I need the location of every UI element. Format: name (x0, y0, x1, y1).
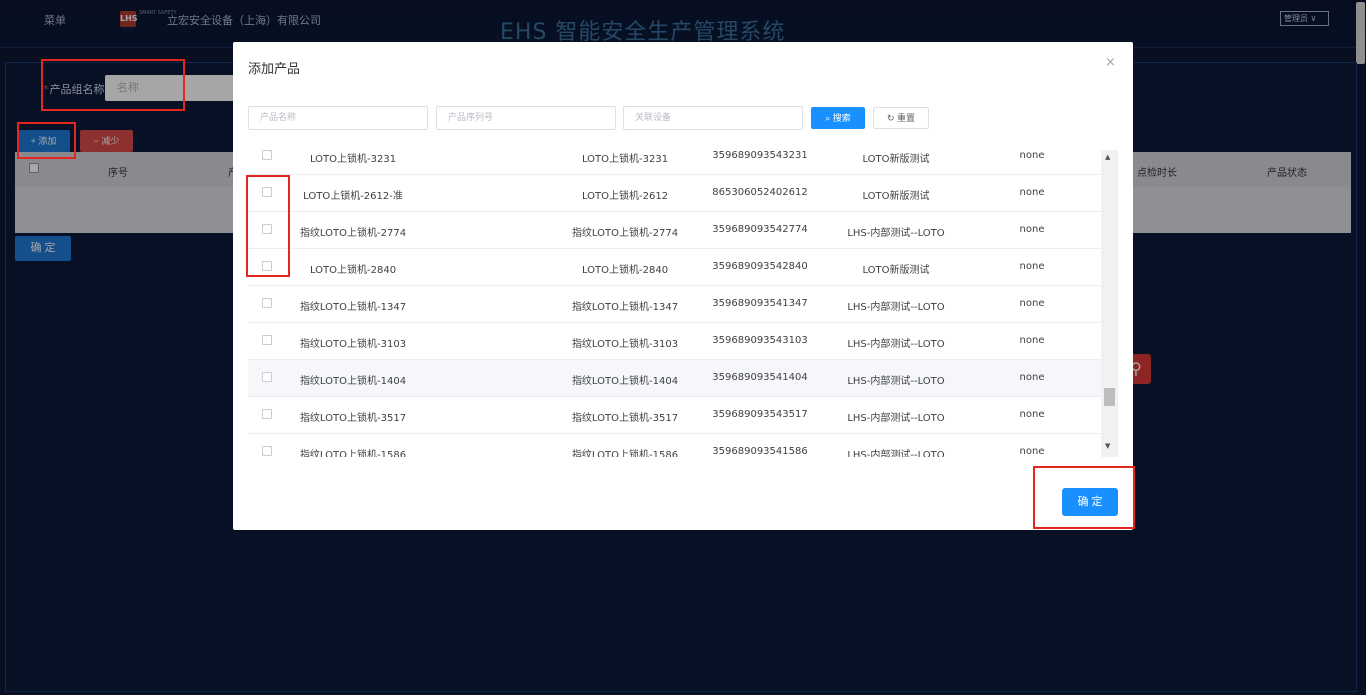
search-button[interactable]: ⌕ 搜索 (811, 107, 865, 129)
cell-serial-number: 359689093542840 (712, 261, 808, 272)
cell-serial-number: 359689093541347 (712, 298, 808, 309)
dialog-confirm-button[interactable]: 确 定 (1062, 488, 1118, 516)
cell-linked-device: LOTO新版测试 (862, 154, 930, 165)
cell-product-model: 指纹LOTO上锁机-3517 (571, 413, 679, 424)
table-row[interactable]: LOTO上锁机-2840 LOTO上锁机-2840 359689093542840 L… (248, 249, 1101, 286)
linked-device-input[interactable] (623, 106, 803, 130)
cell-serial-number: 359689093541404 (712, 372, 808, 383)
product-serial-input[interactable] (436, 106, 616, 130)
cell-product-model: 指纹LOTO上锁机-3103 (571, 339, 679, 350)
cell-product-name: LOTO上锁机-3231 (309, 154, 397, 165)
cell-status: none (1019, 372, 1045, 383)
product-table-rows: LOTO上锁机-3231 LOTO上锁机-3231 359689093543231 L… (248, 150, 1101, 457)
table-row[interactable]: 指纹LOTO上锁机-2774 指纹LOTO上锁机-2774 359689093542… (248, 212, 1101, 249)
cell-linked-device: LHS-内部测试--LOTO (847, 302, 945, 313)
table-row[interactable]: 指纹LOTO上锁机-3103 指纹LOTO上锁机-3103 359689093543… (248, 323, 1101, 360)
cell-linked-device: LOTO新版测试 (862, 265, 930, 276)
cell-product-name: 指纹LOTO上锁机-3517 (299, 413, 407, 424)
product-name-input[interactable] (248, 106, 428, 130)
table-row[interactable]: 指纹LOTO上锁机-1586 指纹LOTO上锁机-1586 359689093541… (248, 434, 1101, 457)
cell-status: none (1019, 224, 1045, 235)
scroll-up-icon[interactable]: ▲ (1105, 153, 1110, 161)
cell-serial-number: 359689093541586 (712, 446, 808, 457)
row-checkbox[interactable] (262, 446, 272, 456)
row-checkbox[interactable] (262, 150, 272, 160)
cell-linked-device: LHS-内部测试--LOTO (847, 413, 945, 424)
dialog-title: 添加产品 (248, 62, 301, 77)
table-row[interactable]: 指纹LOTO上锁机-1404 指纹LOTO上锁机-1404 359689093541… (248, 360, 1101, 397)
close-icon[interactable]: × (1105, 55, 1116, 70)
scroll-down-icon[interactable]: ▼ (1105, 442, 1110, 450)
cell-product-model: LOTO上锁机-3231 (581, 154, 669, 165)
cell-product-model: 指纹LOTO上锁机-1347 (571, 302, 679, 313)
cell-status: none (1019, 446, 1045, 457)
cell-status: none (1019, 150, 1045, 161)
table-row[interactable]: 指纹LOTO上锁机-3517 指纹LOTO上锁机-3517 359689093543… (248, 397, 1101, 434)
cell-product-name: 指纹LOTO上锁机-1586 (299, 450, 407, 457)
cell-status: none (1019, 335, 1045, 346)
cell-serial-number: 359689093543103 (712, 335, 808, 346)
cell-product-model: 指纹LOTO上锁机-1586 (571, 450, 679, 457)
row-checkbox[interactable] (262, 372, 272, 382)
cell-status: none (1019, 261, 1045, 272)
table-row[interactable]: LOTO上锁机-2612-准 LOTO上锁机-2612 86530605240261… (248, 175, 1101, 212)
row-checkbox[interactable] (262, 187, 272, 197)
product-table: LOTO上锁机-3231 LOTO上锁机-3231 359689093543231 L… (248, 150, 1118, 457)
cell-product-name: LOTO上锁机-2840 (309, 265, 397, 276)
table-scrollbar[interactable]: ▲ ▼ (1101, 150, 1118, 457)
add-product-dialog: 添加产品 × ⌕ 搜索 ↻ 重置 LOTO上锁机-3231LOTO上锁机-323… (233, 42, 1133, 530)
cell-linked-device: LHS-内部测试--LOTO (847, 450, 945, 457)
row-checkbox[interactable] (262, 335, 272, 345)
reset-button[interactable]: ↻ 重置 (873, 107, 929, 129)
cell-linked-device: LHS-内部测试--LOTO (847, 376, 945, 387)
cell-product-name: 指纹LOTO上锁机-2774 (299, 228, 407, 239)
table-row[interactable]: LOTO上锁机-3231 LOTO上锁机-3231 359689093543231 L… (248, 150, 1101, 175)
cell-linked-device: LHS-内部测试--LOTO (847, 339, 945, 350)
row-checkbox[interactable] (262, 298, 272, 308)
cell-product-model: 指纹LOTO上锁机-2774 (571, 228, 679, 239)
cell-product-model: 指纹LOTO上锁机-1404 (571, 376, 679, 387)
cell-product-model: LOTO上锁机-2840 (581, 265, 669, 276)
scroll-thumb[interactable] (1104, 388, 1115, 406)
cell-linked-device: LOTO新版测试 (862, 191, 930, 202)
cell-product-name: 指纹LOTO上锁机-3103 (299, 339, 407, 350)
cell-serial-number: 359689093542774 (712, 224, 808, 235)
cell-status: none (1019, 298, 1045, 309)
cell-serial-number: 359689093543517 (712, 409, 808, 420)
cell-linked-device: LHS-内部测试--LOTO (847, 228, 945, 239)
row-checkbox[interactable] (262, 261, 272, 271)
cell-product-model: LOTO上锁机-2612 (581, 191, 669, 202)
cell-serial-number: 359689093543231 (712, 150, 808, 161)
row-checkbox[interactable] (262, 224, 272, 234)
cell-status: none (1019, 409, 1045, 420)
cell-serial-number: 865306052402612 (712, 187, 808, 198)
cell-product-name: 指纹LOTO上锁机-1404 (299, 376, 407, 387)
cell-product-name: 指纹LOTO上锁机-1347 (299, 302, 407, 313)
cell-status: none (1019, 187, 1045, 198)
table-row[interactable]: 指纹LOTO上锁机-1347 指纹LOTO上锁机-1347 359689093541… (248, 286, 1101, 323)
cell-product-name: LOTO上锁机-2612-准 (303, 191, 403, 202)
row-checkbox[interactable] (262, 409, 272, 419)
